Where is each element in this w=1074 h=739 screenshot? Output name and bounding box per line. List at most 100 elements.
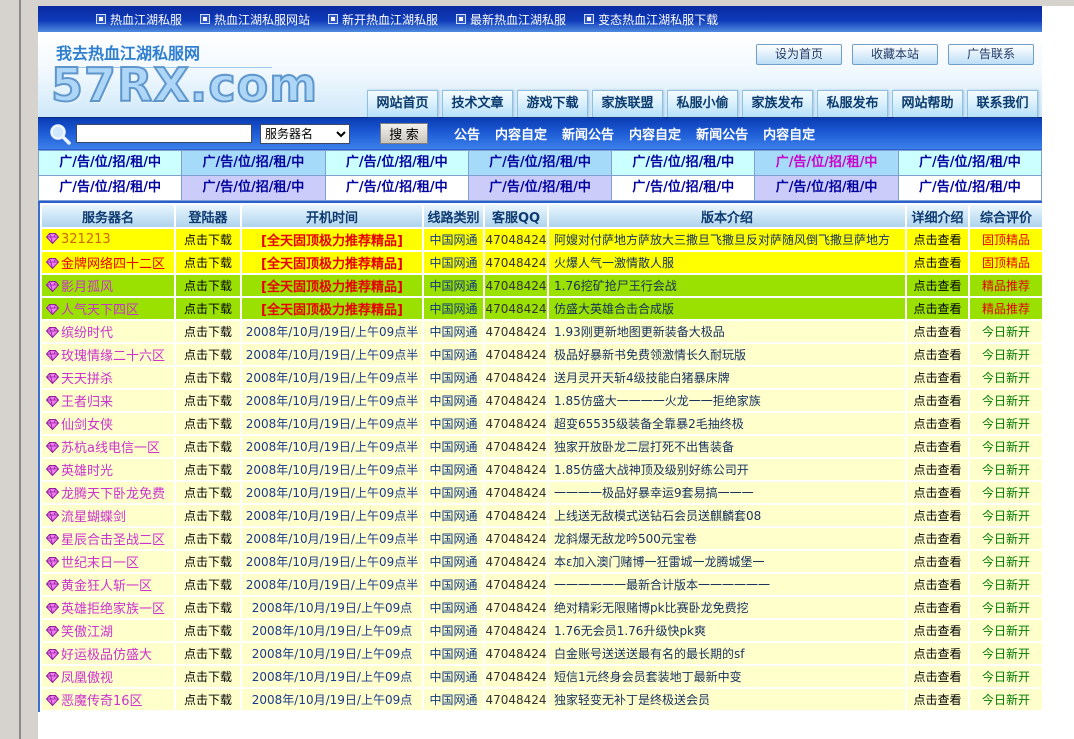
server-name-cell[interactable]: 黄金狂人斩一区	[42, 574, 174, 595]
nav-tab[interactable]: 网站首页	[367, 90, 438, 117]
download-link[interactable]: 点击下载	[176, 252, 240, 273]
download-link[interactable]: 点击下载	[176, 436, 240, 457]
download-link[interactable]: 点击下载	[176, 505, 240, 526]
detail-view-link[interactable]: 点击查看	[907, 689, 968, 710]
download-link[interactable]: 点击下载	[176, 390, 240, 411]
nav-tab[interactable]: 家族联盟	[592, 90, 663, 117]
topbar-link[interactable]: 变态热血江湖私服下载	[584, 11, 718, 28]
announcement-link[interactable]: 内容自定	[495, 124, 547, 143]
header-button[interactable]: 设为首页	[756, 44, 842, 65]
server-name-cell[interactable]: 凤凰傲视	[42, 666, 174, 687]
search-button[interactable]: 搜 索	[380, 123, 428, 144]
download-link[interactable]: 点击下载	[176, 321, 240, 342]
header-button[interactable]: 收藏本站	[852, 44, 938, 65]
ad-slot[interactable]: 广/告/位/招/租/中	[39, 176, 182, 201]
ad-slot[interactable]: 广/告/位/招/租/中	[182, 176, 325, 201]
detail-view-link[interactable]: 点击查看	[907, 643, 968, 664]
server-name-cell[interactable]: 缤纷时代	[42, 321, 174, 342]
nav-tab[interactable]: 联系我们	[967, 90, 1038, 117]
server-name-cell[interactable]: 金牌网络四十二区	[42, 252, 174, 273]
topbar-link[interactable]: 新开热血江湖私服	[328, 11, 438, 28]
ad-slot[interactable]: 广/告/位/招/租/中	[469, 151, 612, 176]
announcement-link[interactable]: 内容自定	[629, 124, 681, 143]
detail-view-link[interactable]: 点击查看	[907, 344, 968, 365]
detail-view-link[interactable]: 点击查看	[907, 528, 968, 549]
ad-slot[interactable]: 广/告/位/招/租/中	[326, 151, 469, 176]
nav-tab[interactable]: 私服发布	[817, 90, 888, 117]
server-name-cell[interactable]: 玫瑰情缘二十六区	[42, 344, 174, 365]
detail-view-link[interactable]: 点击查看	[907, 620, 968, 641]
download-link[interactable]: 点击下载	[176, 574, 240, 595]
download-link[interactable]: 点击下载	[176, 344, 240, 365]
detail-view-link[interactable]: 点击查看	[907, 229, 968, 250]
server-name-cell[interactable]: 天天拼杀	[42, 367, 174, 388]
announcement-link[interactable]: 新闻公告	[696, 124, 748, 143]
ad-slot[interactable]: 广/告/位/招/租/中	[755, 151, 898, 176]
detail-view-link[interactable]: 点击查看	[907, 275, 968, 296]
search-category-select[interactable]: 服务器名	[260, 124, 350, 144]
download-link[interactable]: 点击下载	[176, 413, 240, 434]
nav-tab[interactable]: 技术文章	[442, 90, 513, 117]
ad-slot[interactable]: 广/告/位/招/租/中	[755, 176, 898, 201]
detail-view-link[interactable]: 点击查看	[907, 666, 968, 687]
search-input[interactable]	[76, 124, 252, 143]
server-name-cell[interactable]: 影月孤风	[42, 275, 174, 296]
topbar-link[interactable]: 最新热血江湖私服	[456, 11, 566, 28]
header-button[interactable]: 广告联系	[948, 44, 1034, 65]
nav-tab[interactable]: 网站帮助	[892, 90, 963, 117]
download-link[interactable]: 点击下载	[176, 689, 240, 710]
download-link[interactable]: 点击下载	[176, 528, 240, 549]
detail-view-link[interactable]: 点击查看	[907, 459, 968, 480]
detail-view-link[interactable]: 点击查看	[907, 482, 968, 503]
announcement-link[interactable]: 新闻公告	[562, 124, 614, 143]
topbar-link[interactable]: 热血江湖私服网站	[200, 11, 310, 28]
server-name-cell[interactable]: 人气天下四区	[42, 298, 174, 319]
download-link[interactable]: 点击下载	[176, 620, 240, 641]
ad-slot[interactable]: 广/告/位/招/租/中	[39, 151, 182, 176]
download-link[interactable]: 点击下载	[176, 275, 240, 296]
server-name-cell[interactable]: 恶魔传奇16区	[42, 689, 174, 710]
ad-slot[interactable]: 广/告/位/招/租/中	[899, 176, 1042, 201]
server-name-cell[interactable]: 英雄拒绝家族一区	[42, 597, 174, 618]
download-link[interactable]: 点击下载	[176, 666, 240, 687]
topbar-link[interactable]: 热血江湖私服	[96, 11, 182, 28]
server-name-cell[interactable]: 星辰合击圣战二区	[42, 528, 174, 549]
ad-slot[interactable]: 广/告/位/招/租/中	[612, 176, 755, 201]
server-name-cell[interactable]: 英雄时光	[42, 459, 174, 480]
download-link[interactable]: 点击下载	[176, 551, 240, 572]
ad-slot[interactable]: 广/告/位/招/租/中	[469, 176, 612, 201]
download-link[interactable]: 点击下载	[176, 298, 240, 319]
server-name-cell[interactable]: 笑傲江湖	[42, 620, 174, 641]
server-name-cell[interactable]: 321213	[42, 229, 174, 250]
download-link[interactable]: 点击下载	[176, 482, 240, 503]
detail-view-link[interactable]: 点击查看	[907, 436, 968, 457]
detail-view-link[interactable]: 点击查看	[907, 321, 968, 342]
download-link[interactable]: 点击下载	[176, 459, 240, 480]
detail-view-link[interactable]: 点击查看	[907, 252, 968, 273]
server-name-cell[interactable]: 流星蝴蝶剑	[42, 505, 174, 526]
nav-tab[interactable]: 游戏下载	[517, 90, 588, 117]
ad-slot[interactable]: 广/告/位/招/租/中	[612, 151, 755, 176]
ad-slot[interactable]: 广/告/位/招/租/中	[326, 176, 469, 201]
announcement-link[interactable]: 公告	[454, 124, 480, 143]
download-link[interactable]: 点击下载	[176, 597, 240, 618]
server-name-cell[interactable]: 仙剑女侠	[42, 413, 174, 434]
detail-view-link[interactable]: 点击查看	[907, 574, 968, 595]
ad-slot[interactable]: 广/告/位/招/租/中	[182, 151, 325, 176]
nav-tab[interactable]: 家族发布	[742, 90, 813, 117]
server-name-cell[interactable]: 龙腾天下卧龙免费	[42, 482, 174, 503]
download-link[interactable]: 点击下载	[176, 643, 240, 664]
detail-view-link[interactable]: 点击查看	[907, 551, 968, 572]
nav-tab[interactable]: 私服小偷	[667, 90, 738, 117]
server-name-cell[interactable]: 好运极品仿盛大	[42, 643, 174, 664]
download-link[interactable]: 点击下载	[176, 367, 240, 388]
detail-view-link[interactable]: 点击查看	[907, 597, 968, 618]
ad-slot[interactable]: 广/告/位/招/租/中	[899, 151, 1042, 176]
announcement-link[interactable]: 内容自定	[763, 124, 815, 143]
server-name-cell[interactable]: 苏杭a线电信一区	[42, 436, 174, 457]
detail-view-link[interactable]: 点击查看	[907, 505, 968, 526]
detail-view-link[interactable]: 点击查看	[907, 413, 968, 434]
detail-view-link[interactable]: 点击查看	[907, 390, 968, 411]
server-name-cell[interactable]: 王者归来	[42, 390, 174, 411]
detail-view-link[interactable]: 点击查看	[907, 298, 968, 319]
